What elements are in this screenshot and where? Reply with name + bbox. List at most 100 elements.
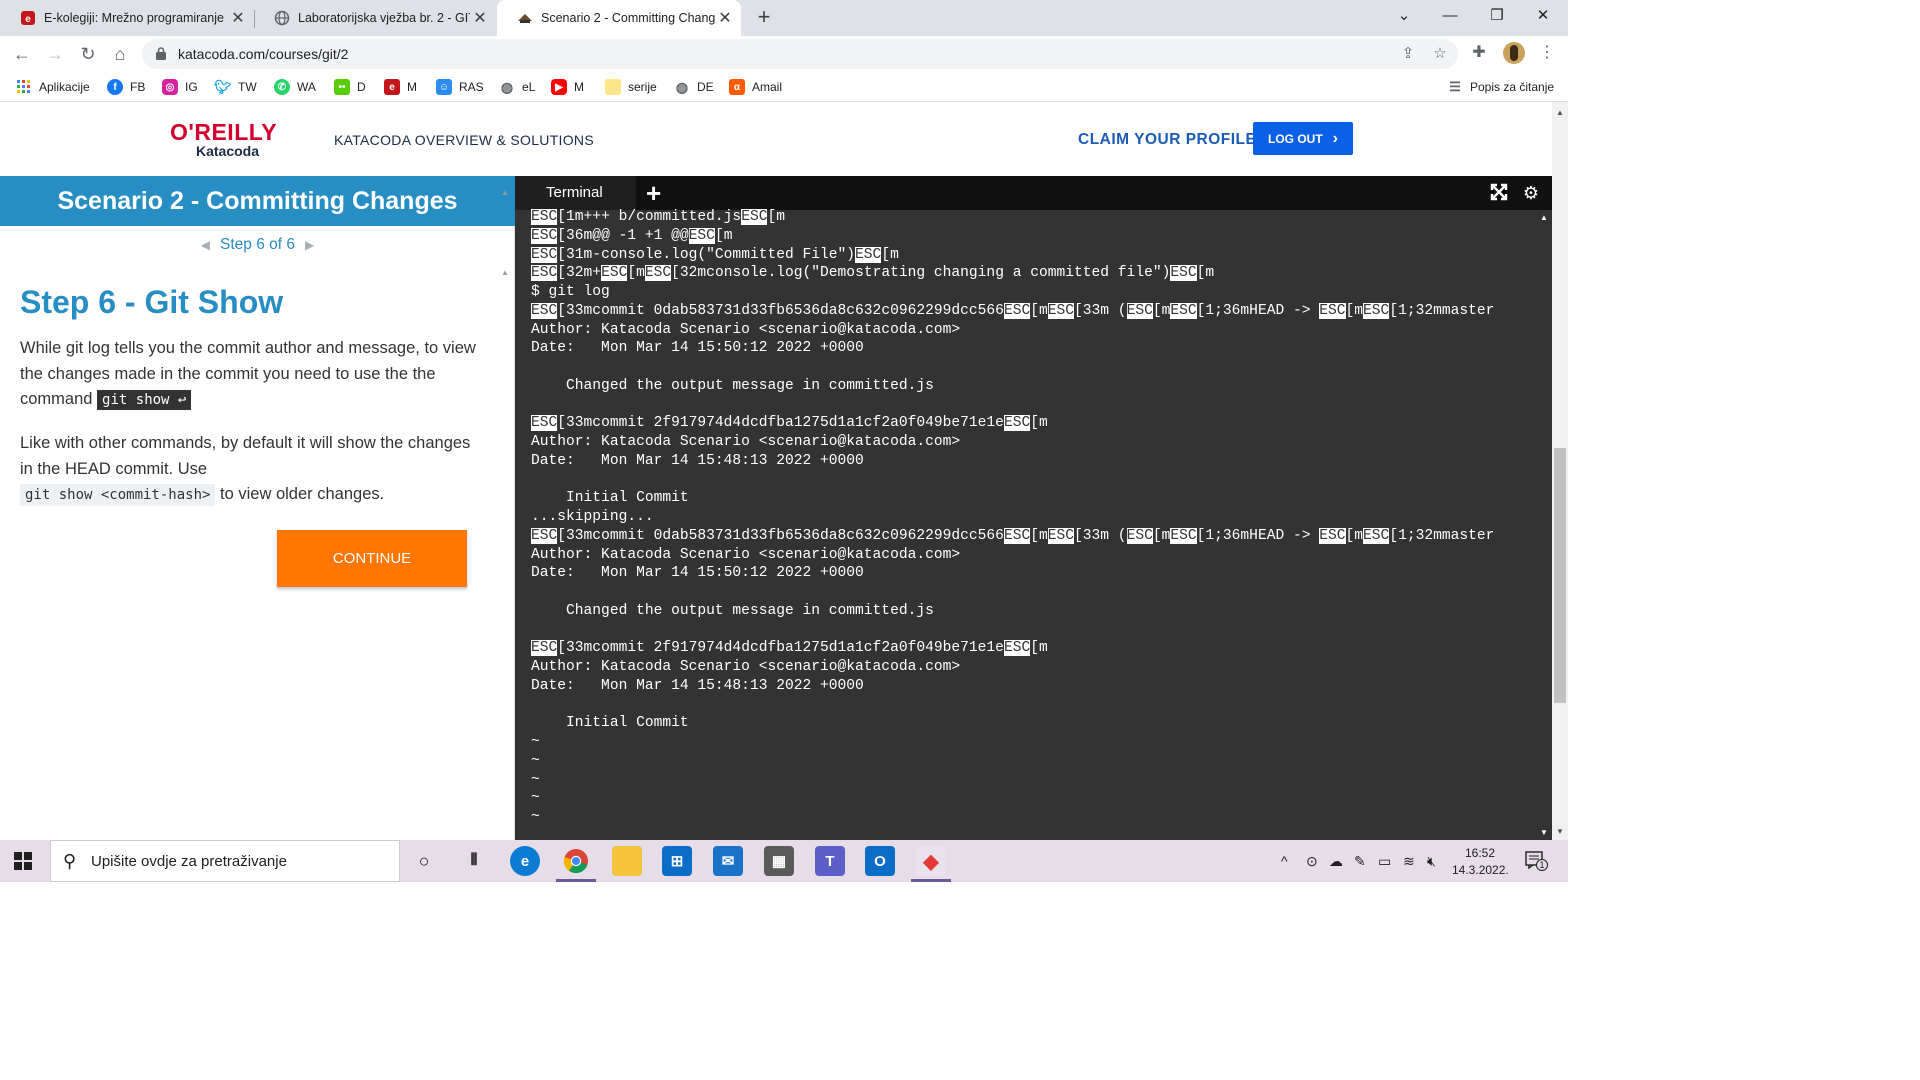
bookmark-ig[interactable]: ◎ IG — [162, 78, 198, 96]
tray-app-icon[interactable]: ⊙ — [1306, 853, 1318, 870]
person-icon: ☺ — [436, 79, 452, 95]
terminal-scrollbar[interactable]: ▲ ▼ — [1536, 210, 1552, 840]
step-indicator: Step 6 of 6 — [220, 236, 295, 253]
scroll-up-icon[interactable]: ▲ — [501, 188, 509, 197]
terminal-line: ESC[1m+++ b/committed.jsESC[m — [531, 209, 785, 225]
tab-search-chevron-icon[interactable]: ⌄ — [1381, 0, 1427, 32]
bookmark-de[interactable]: ◍ DE — [674, 78, 714, 96]
instructions-panel: Scenario 2 - Committing Changes ◀ Step 6 … — [0, 176, 515, 840]
back-arrow-icon[interactable]: ← — [10, 42, 34, 66]
bookmark-amail[interactable]: α Amail — [729, 78, 782, 96]
claim-profile-link[interactable]: CLAIM YOUR PROFILE — [1078, 131, 1256, 149]
minimize-button[interactable]: — — [1427, 0, 1473, 32]
page-scrollbar[interactable]: ▲ ▼ — [1552, 102, 1568, 840]
calculator-icon[interactable]: ▦ — [764, 846, 794, 876]
teams-icon[interactable]: T — [815, 846, 845, 876]
git-show-command[interactable]: git show ↩ — [97, 390, 192, 410]
wifi-icon[interactable]: ≋ — [1403, 853, 1415, 870]
tab-laboratorijska[interactable]: Laboratorijska vježba br. 2 - GIT.p ✕ — [254, 0, 496, 36]
bookmark-tw[interactable]: 🐦︎ TW — [214, 78, 257, 96]
pen-icon[interactable]: ✎ — [1354, 853, 1366, 870]
windows-start-icon[interactable] — [14, 852, 32, 870]
twitter-icon: 🐦︎ — [214, 78, 232, 95]
microsoft-store-icon[interactable]: ⊞ — [662, 846, 692, 876]
close-icon[interactable]: ✕ — [470, 8, 490, 28]
extensions-puzzle-icon[interactable]: ✚ — [1468, 42, 1490, 64]
terminal-line: Author: Katacoda Scenario <scenario@kata… — [531, 434, 961, 450]
esc-control-char: ESC — [741, 209, 768, 225]
oreilly-logo[interactable]: O'REILLY — [170, 119, 277, 146]
snip-sketch-icon[interactable]: ◆ — [916, 846, 946, 876]
terminal-line: Date: Mon Mar 14 15:48:13 2022 +0000 — [531, 452, 864, 469]
profile-avatar[interactable] — [1503, 42, 1525, 64]
continue-button[interactable]: CONTINUE — [277, 530, 467, 587]
close-window-button[interactable]: ✕ — [1520, 0, 1566, 32]
expand-icon[interactable] — [1489, 183, 1509, 203]
bookmark-aplikacije[interactable]: Aplikacije — [16, 78, 90, 96]
esc-control-char: ESC — [531, 415, 558, 432]
close-icon[interactable]: ✕ — [715, 8, 735, 28]
new-tab-button[interactable]: + — [752, 4, 776, 30]
bookmark-el[interactable]: ◍ eL — [499, 78, 535, 96]
share-icon[interactable]: ⇪ — [1398, 44, 1418, 64]
bookmark-m[interactable]: e M — [384, 78, 417, 96]
terminal-tab[interactable]: Terminal — [515, 176, 636, 210]
file-explorer-icon[interactable] — [612, 846, 642, 876]
scroll-up-icon[interactable]: ▲ — [1540, 213, 1548, 222]
terminal-line: Date: Mon Mar 14 15:50:12 2022 +0000 — [531, 565, 864, 582]
bookmark-label: D — [357, 80, 366, 94]
terminal-output[interactable]: ESC[1m+++ b/committed.jsESC[m ESC[36m@@ -… — [531, 208, 1531, 838]
esc-control-char: ESC — [531, 265, 558, 282]
scroll-up-icon[interactable]: ▲ — [1556, 108, 1564, 117]
address-bar[interactable]: katacoda.com/courses/git/2 ⇪ ☆ — [142, 39, 1458, 69]
bookmark-wa[interactable]: ✆ WA — [274, 78, 316, 96]
onedrive-cloud-icon[interactable]: ☁ — [1329, 853, 1343, 870]
step-paragraph-1: While git log tells you the commit autho… — [20, 336, 480, 414]
previous-step-arrow-icon[interactable]: ◀ — [201, 238, 210, 252]
cortana-circle-icon[interactable]: ○ — [409, 846, 439, 876]
terminal-line: Initial Commit — [531, 715, 689, 732]
task-view-icon[interactable]: ⫴ — [459, 846, 489, 876]
reading-list-icon: ☰ — [1449, 79, 1461, 94]
outlook-icon[interactable]: O — [865, 846, 895, 876]
mail-icon[interactable]: ✉ — [713, 846, 743, 876]
terminal-line: Author: Katacoda Scenario <scenario@kata… — [531, 546, 961, 563]
bookmark-ras[interactable]: ☺ RAS — [436, 78, 484, 96]
add-terminal-plus-icon[interactable]: + — [646, 176, 661, 210]
tab-e-kolegiji[interactable]: e E-kolegiji: Mrežno programiranje ✕ — [0, 0, 254, 36]
forward-arrow-icon[interactable]: → — [43, 42, 67, 66]
terminal-tab-bar: Terminal + ⚙ — [515, 176, 1552, 210]
menu-kebab-icon[interactable]: ⋮ — [1536, 42, 1558, 64]
star-icon[interactable]: ☆ — [1430, 44, 1450, 64]
scroll-down-icon[interactable]: ▼ — [1556, 827, 1564, 836]
bookmark-m-youtube[interactable]: ▶ M — [551, 78, 584, 96]
instructions-scrollbar[interactable]: ▲ ▲ — [498, 176, 514, 840]
home-icon[interactable]: ⌂ — [108, 42, 132, 66]
scrollbar-thumb[interactable] — [1554, 448, 1566, 703]
gear-icon[interactable]: ⚙ — [1521, 183, 1541, 203]
logout-button[interactable]: LOG OUT › — [1253, 122, 1353, 155]
close-icon[interactable]: ✕ — [228, 8, 248, 28]
bookmark-fb[interactable]: f FB — [107, 78, 145, 96]
scroll-down-icon[interactable]: ▼ — [1540, 828, 1548, 837]
speaker-muted-icon[interactable]: 🔇︎ — [1427, 853, 1436, 870]
battery-icon[interactable]: ▭ — [1378, 853, 1391, 870]
chrome-icon[interactable] — [561, 846, 591, 876]
tab-scenario-2[interactable]: Scenario 2 - Committing Change ✕ — [497, 0, 741, 36]
bookmark-label: TW — [238, 80, 257, 94]
notification-icon[interactable]: 1 — [1525, 850, 1548, 873]
bookmark-d[interactable]: •• D — [334, 78, 366, 96]
next-step-arrow-icon[interactable]: ▶ — [305, 238, 314, 252]
bookmark-serije[interactable]: serije — [605, 78, 657, 96]
katacoda-logo[interactable]: Katacoda — [196, 143, 259, 159]
taskbar-search-box[interactable]: ⚲ Upišite ovdje za pretraživanje — [50, 840, 400, 882]
terminal-line: ~ — [531, 809, 540, 825]
scroll-down-icon[interactable]: ▲ — [501, 268, 509, 277]
nav-overview-link[interactable]: KATACODA OVERVIEW & SOLUTIONS — [334, 132, 594, 148]
chevron-up-icon[interactable]: ^ — [1281, 853, 1288, 869]
edge-icon[interactable]: e — [510, 846, 540, 876]
reading-list[interactable]: ☰ Popis za čitanje — [1447, 78, 1554, 96]
reload-icon[interactable]: ↻ — [76, 42, 100, 66]
restore-button[interactable]: ❐ — [1474, 0, 1520, 32]
taskbar-clock[interactable]: 16:52 14.3.2022. — [1452, 845, 1509, 879]
